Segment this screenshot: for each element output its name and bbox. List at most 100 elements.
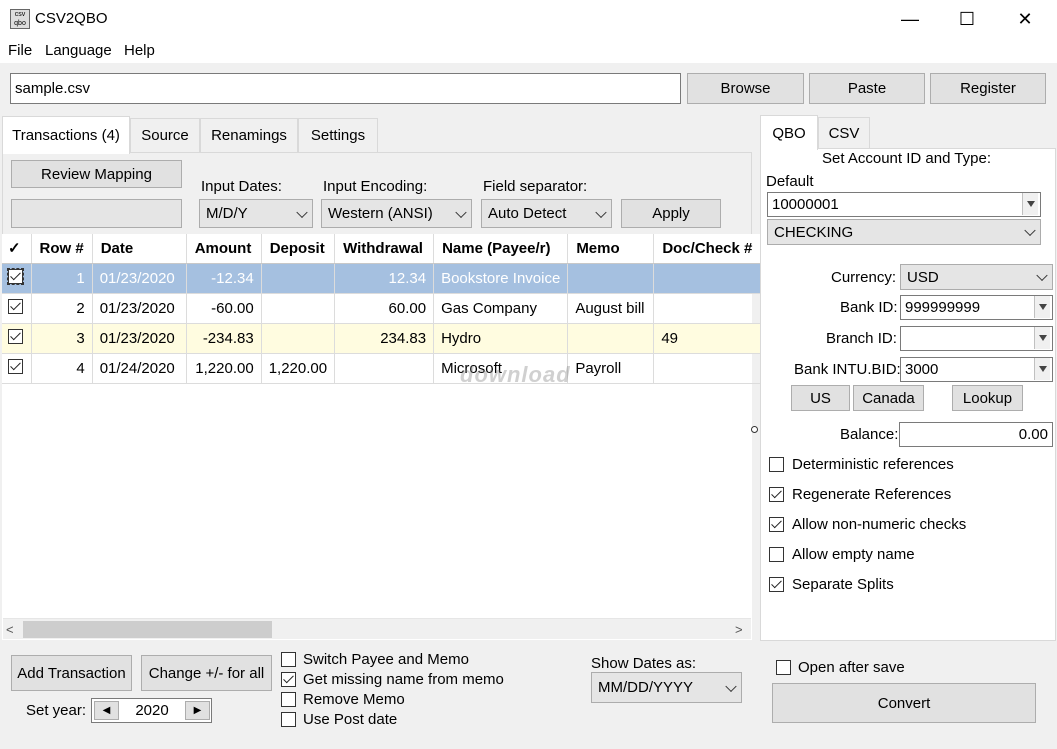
- table-row[interactable]: 3 01/23/2020 -234.83 234.83 Hydro 49: [2, 323, 762, 354]
- row-doc[interactable]: 49: [653, 323, 762, 354]
- row-memo[interactable]: Payroll: [567, 353, 655, 384]
- row-deposit[interactable]: [261, 323, 336, 354]
- field-separator-select[interactable]: Auto Detect: [481, 199, 612, 228]
- use-post-date-label[interactable]: Use Post date: [303, 711, 397, 728]
- tab-qbo[interactable]: QBO: [760, 115, 818, 150]
- row-date[interactable]: 01/23/2020: [92, 323, 187, 354]
- remove-memo-checkbox[interactable]: [281, 692, 296, 707]
- account-type-select[interactable]: CHECKING: [767, 219, 1041, 245]
- scroll-right-icon[interactable]: >: [735, 622, 749, 637]
- convert-button[interactable]: Convert: [772, 683, 1036, 723]
- allow-empty-name-checkbox[interactable]: [769, 547, 784, 562]
- year-stepper[interactable]: ◀ 2020 ▶: [91, 698, 212, 723]
- paste-button[interactable]: Paste: [809, 73, 925, 104]
- register-button[interactable]: Register: [930, 73, 1046, 104]
- table-row[interactable]: 2 01/23/2020 -60.00 60.00 Gas Company Au…: [2, 293, 762, 324]
- row-checkbox-cell[interactable]: [2, 263, 32, 294]
- year-value[interactable]: 2020: [122, 702, 182, 719]
- bank-id-dropdown-icon[interactable]: [1034, 296, 1050, 318]
- row-date[interactable]: 01/24/2020: [92, 353, 187, 384]
- use-post-date-checkbox[interactable]: [281, 712, 296, 727]
- row-withdrawal[interactable]: 12.34: [334, 263, 435, 294]
- year-increment-button[interactable]: ▶: [185, 701, 210, 720]
- mapping-select[interactable]: [11, 199, 182, 228]
- scroll-left-icon[interactable]: <: [6, 622, 20, 637]
- row-doc[interactable]: [653, 263, 762, 294]
- bank-intu-dropdown-icon[interactable]: [1034, 358, 1050, 380]
- switch-payee-memo-label[interactable]: Switch Payee and Memo: [303, 651, 469, 668]
- row-deposit[interactable]: [261, 293, 336, 324]
- horizontal-scrollbar[interactable]: < >: [3, 618, 751, 639]
- table-row[interactable]: 4 01/24/2020 1,220.00 1,220.00 Microsoft…: [2, 353, 762, 384]
- bank-id-input[interactable]: 999999999: [900, 295, 1053, 320]
- open-after-save-checkbox[interactable]: [776, 660, 791, 675]
- branch-id-input[interactable]: [900, 326, 1053, 351]
- col-check-header[interactable]: ✓: [2, 234, 32, 264]
- col-deposit-header[interactable]: Deposit: [261, 234, 336, 264]
- tab-transactions[interactable]: Transactions (4): [2, 116, 130, 154]
- row-withdrawal[interactable]: 60.00: [334, 293, 435, 324]
- col-amount-header[interactable]: Amount: [186, 234, 262, 264]
- row-deposit[interactable]: [261, 263, 336, 294]
- row-checkbox-cell[interactable]: [2, 353, 32, 384]
- account-id-dropdown-icon[interactable]: [1022, 193, 1038, 215]
- row-doc[interactable]: [653, 293, 762, 324]
- maximize-button[interactable]: ☐: [937, 0, 997, 38]
- col-doc-header[interactable]: Doc/Check #: [653, 234, 762, 264]
- menu-help[interactable]: Help: [124, 42, 155, 59]
- row-checkbox-cell[interactable]: [2, 323, 32, 354]
- bank-intu-input[interactable]: 3000: [900, 357, 1053, 382]
- row-checkbox[interactable]: [8, 298, 23, 314]
- input-dates-select[interactable]: M/D/Y: [199, 199, 313, 228]
- col-withdrawal-header[interactable]: Withdrawal: [334, 234, 435, 264]
- row-checkbox[interactable]: [7, 267, 24, 285]
- browse-button[interactable]: Browse: [687, 73, 804, 104]
- menu-file[interactable]: File: [8, 42, 32, 59]
- non-numeric-checks-checkbox[interactable]: [769, 517, 784, 532]
- account-id-input[interactable]: 10000001: [767, 192, 1041, 217]
- row-name[interactable]: Hydro: [433, 323, 569, 354]
- row-name[interactable]: Gas Company: [433, 293, 569, 324]
- col-memo-header[interactable]: Memo: [567, 234, 655, 264]
- canada-button[interactable]: Canada: [853, 385, 924, 411]
- splitter-handle-icon[interactable]: [751, 426, 758, 433]
- file-path-input[interactable]: sample.csv: [10, 73, 681, 104]
- review-mapping-button[interactable]: Review Mapping: [11, 160, 182, 188]
- missing-name-checkbox[interactable]: [281, 672, 296, 687]
- tab-settings[interactable]: Settings: [298, 118, 378, 152]
- currency-select[interactable]: USD: [900, 264, 1053, 290]
- tab-renamings[interactable]: Renamings: [200, 118, 298, 152]
- switch-payee-memo-checkbox[interactable]: [281, 652, 296, 667]
- row-checkbox[interactable]: [8, 358, 23, 374]
- row-amount[interactable]: -60.00: [186, 293, 262, 324]
- row-withdrawal[interactable]: [334, 353, 435, 384]
- tab-csv[interactable]: CSV: [818, 117, 870, 148]
- row-amount[interactable]: -234.83: [186, 323, 262, 354]
- tab-source[interactable]: Source: [130, 118, 200, 152]
- branch-id-dropdown-icon[interactable]: [1034, 327, 1050, 349]
- input-encoding-select[interactable]: Western (ANSI): [321, 199, 472, 228]
- non-numeric-checks-label[interactable]: Allow non-numeric checks: [792, 516, 966, 533]
- year-decrement-button[interactable]: ◀: [94, 701, 119, 720]
- deterministic-references-checkbox[interactable]: [769, 457, 784, 472]
- balance-input[interactable]: 0.00: [899, 422, 1053, 447]
- regenerate-references-checkbox[interactable]: [769, 487, 784, 502]
- separate-splits-label[interactable]: Separate Splits: [792, 576, 894, 593]
- remove-memo-label[interactable]: Remove Memo: [303, 691, 405, 708]
- regenerate-references-label[interactable]: Regenerate References: [792, 486, 951, 503]
- change-sign-button[interactable]: Change +/- for all: [141, 655, 272, 691]
- add-transaction-button[interactable]: Add Transaction: [11, 655, 132, 691]
- row-name[interactable]: Bookstore Invoice: [433, 263, 569, 294]
- row-memo[interactable]: [567, 323, 655, 354]
- scrollbar-thumb[interactable]: [23, 621, 272, 638]
- allow-empty-name-label[interactable]: Allow empty name: [792, 546, 915, 563]
- close-button[interactable]: ✕: [995, 0, 1055, 38]
- row-amount[interactable]: 1,220.00: [186, 353, 262, 384]
- row-checkbox-cell[interactable]: [2, 293, 32, 324]
- row-withdrawal[interactable]: 234.83: [334, 323, 435, 354]
- table-row[interactable]: 1 01/23/2020 -12.34 12.34 Bookstore Invo…: [2, 263, 762, 294]
- menu-language[interactable]: Language: [45, 42, 112, 59]
- us-button[interactable]: US: [791, 385, 850, 411]
- show-dates-select[interactable]: MM/DD/YYYY: [591, 672, 742, 703]
- row-memo[interactable]: August bill: [567, 293, 655, 324]
